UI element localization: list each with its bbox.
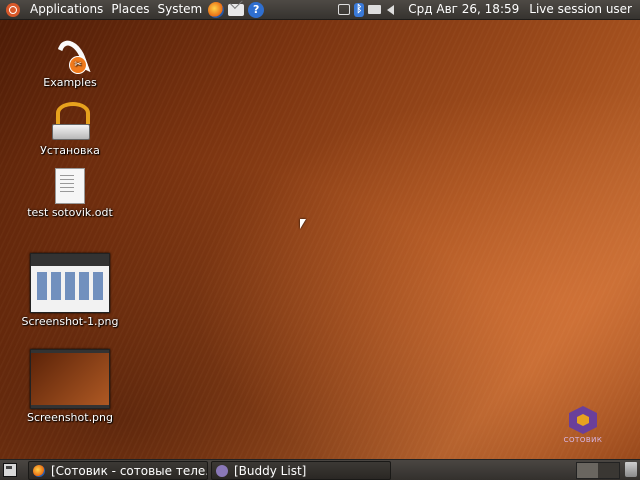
bottom-panel: [Сотовик - сотовые теле... [Buddy List] — [0, 459, 640, 480]
desktop-icon-screenshot[interactable]: Screenshot.png — [20, 349, 120, 424]
workspace-1[interactable] — [577, 463, 598, 478]
desktop-icon-label: Screenshot.png — [27, 411, 113, 424]
installer-icon — [50, 102, 90, 142]
screenshot-thumbnail — [30, 349, 110, 409]
top-panel: Applications Places System ? ᛒ Срд Авг 2… — [0, 0, 640, 20]
installer-drive-icon — [52, 124, 90, 140]
firefox-icon — [33, 464, 45, 477]
places-menu[interactable]: Places — [107, 0, 153, 19]
desktop-screen: Applications Places System ? ᛒ Срд Авг 2… — [0, 0, 640, 480]
desktop-icon-label: test sotovik.odt — [27, 206, 113, 219]
desktop-icon-label: Screenshot-1.png — [21, 315, 119, 328]
clock[interactable]: Срд Авг 26, 18:59 — [398, 0, 525, 19]
top-panel-left: Applications Places System ? — [0, 0, 266, 19]
system-menu[interactable]: System — [153, 0, 206, 19]
pidgin-icon — [216, 464, 228, 477]
desktop-icon-odt[interactable]: test sotovik.odt — [20, 168, 120, 219]
workspace-2[interactable] — [598, 463, 619, 478]
workspace-switcher[interactable] — [576, 462, 620, 479]
ubuntu-logo-icon[interactable] — [6, 2, 20, 17]
installer-arrow-icon — [56, 102, 90, 124]
top-panel-right: ᛒ Срд Авг 26, 18:59 Live session user — [336, 0, 640, 19]
document-icon — [55, 168, 85, 204]
user-switcher[interactable]: Live session user — [525, 0, 640, 19]
window-selector-icon[interactable] — [338, 4, 351, 15]
mouse-pointer-icon — [300, 219, 306, 229]
trash-icon[interactable] — [625, 462, 637, 477]
help-icon[interactable]: ? — [248, 1, 265, 18]
document-page-icon — [55, 168, 85, 204]
desktop-icon-label: Установка — [40, 144, 100, 157]
volume-icon[interactable] — [387, 4, 395, 15]
examples-badge-icon: ✂ — [69, 56, 87, 74]
bluetooth-icon[interactable]: ᛒ — [354, 2, 365, 17]
taskbar-button-firefox[interactable]: [Сотовик - сотовые теле... — [28, 461, 208, 480]
mail-indicator-icon[interactable] — [368, 5, 382, 14]
desktop-icon-screenshot-1[interactable]: Screenshot-1.png — [20, 253, 120, 328]
desktop-icon-examples[interactable]: ✂ Examples — [20, 36, 120, 89]
sotovik-logo-icon — [569, 406, 597, 434]
examples-folder-icon: ✂ — [51, 36, 91, 82]
applications-menu[interactable]: Applications — [26, 0, 107, 19]
desktop-icon-install[interactable]: Установка — [20, 102, 120, 157]
taskbar-button-label: [Сотовик - сотовые теле... — [51, 463, 208, 478]
screenshot-1-thumbnail — [30, 253, 110, 313]
taskbar-button-label: [Buddy List] — [234, 463, 307, 478]
firefox-icon[interactable] — [208, 1, 225, 18]
sotovik-watermark: СОТОВИК — [560, 406, 606, 444]
show-desktop-icon[interactable] — [3, 463, 17, 477]
taskbar-button-buddy-list[interactable]: [Buddy List] — [211, 461, 391, 480]
mail-icon[interactable] — [228, 3, 245, 16]
watermark-text: СОТОВИК — [563, 436, 603, 444]
